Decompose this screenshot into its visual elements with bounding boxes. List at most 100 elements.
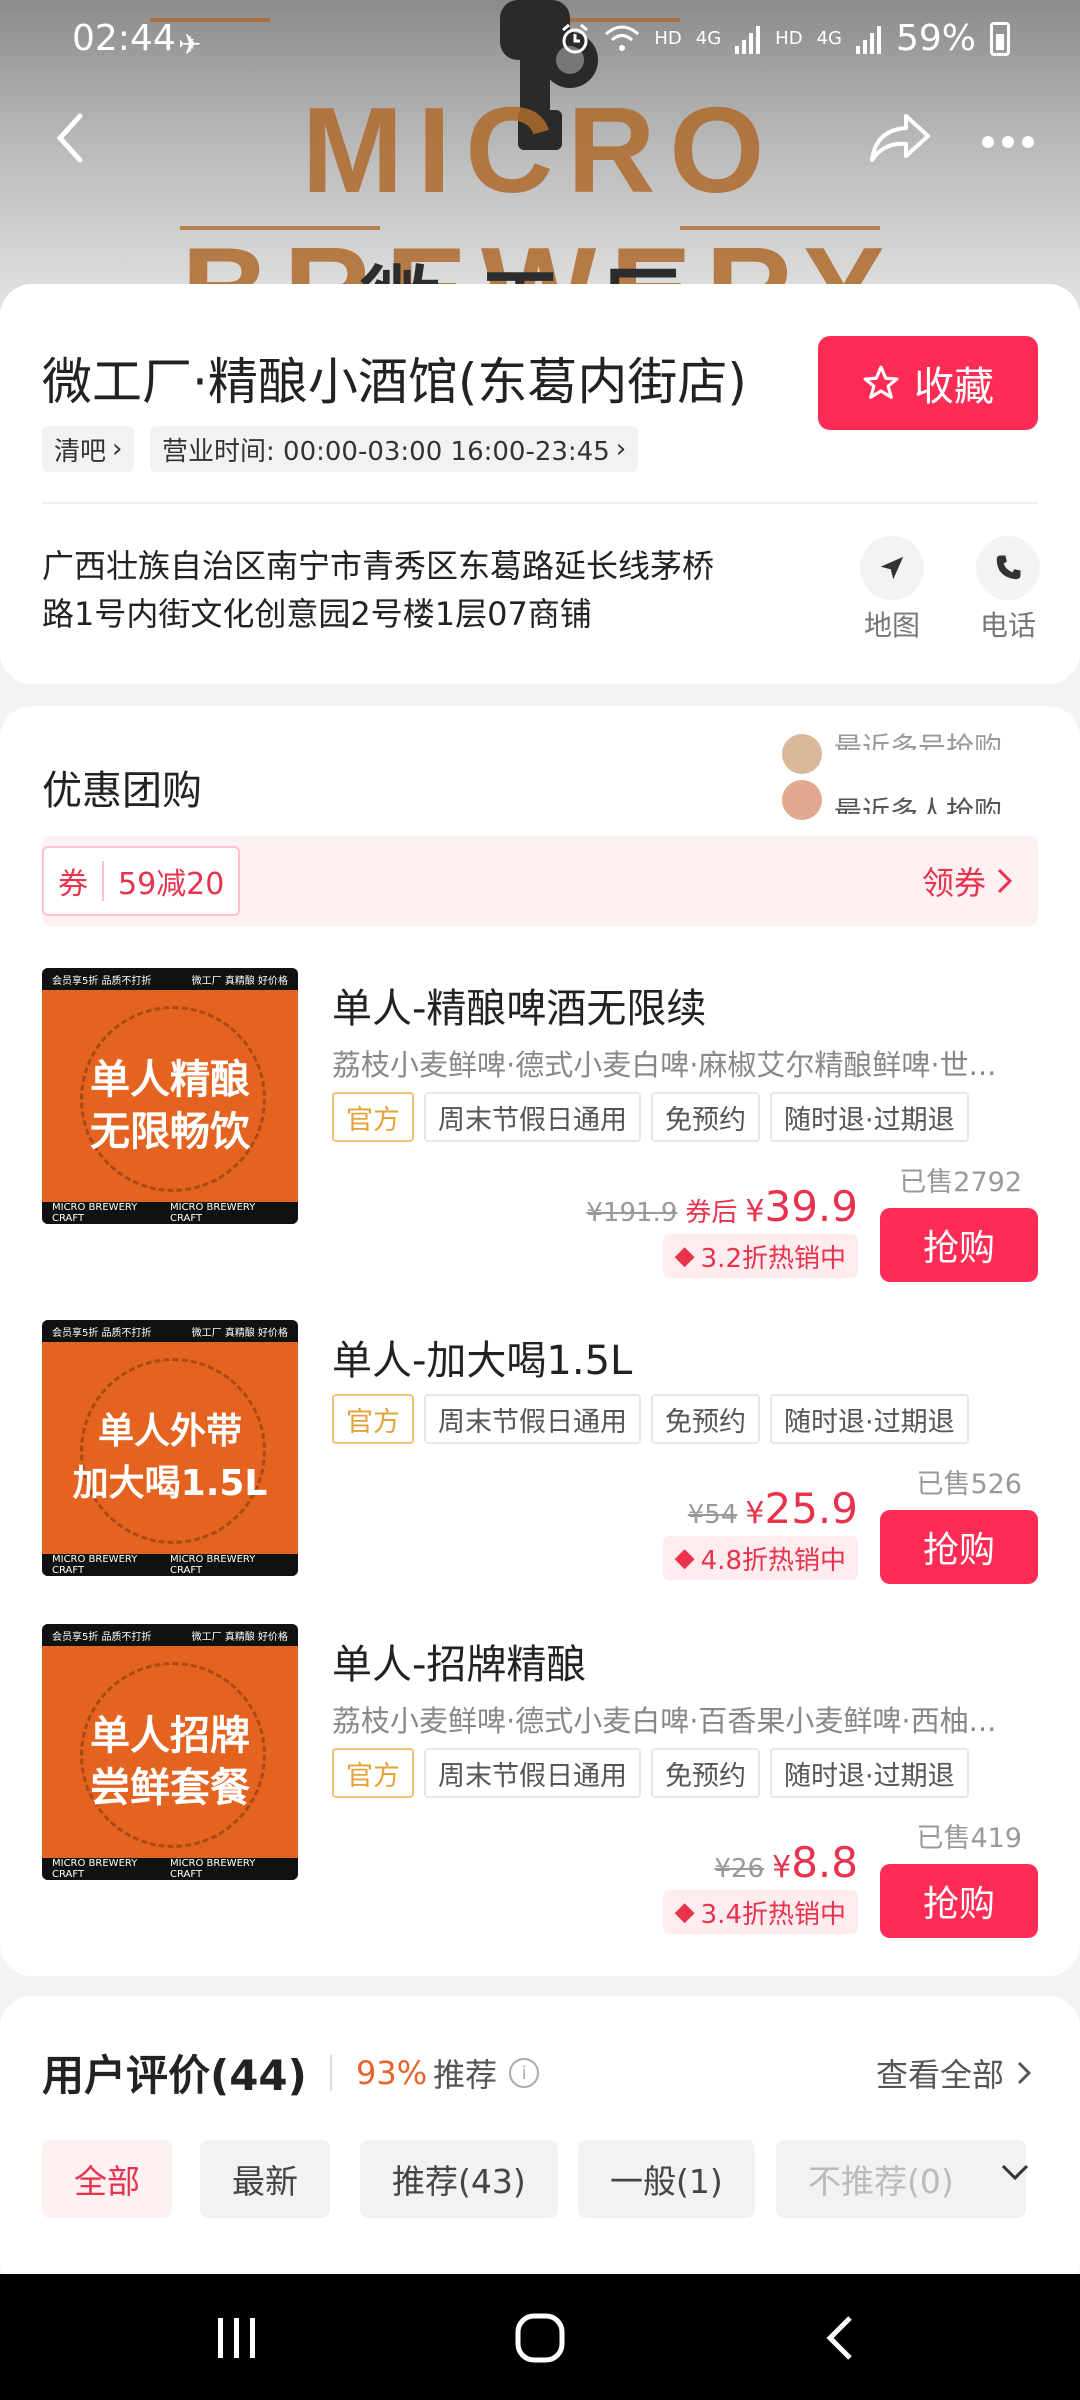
chevron-down-icon[interactable] (1000, 2162, 1030, 2182)
thumb-headline: 单人招牌 尝鲜套餐 (42, 1710, 298, 1814)
get-coupon-button[interactable]: 领券 (922, 858, 1014, 904)
deal-tag: 周末节假日通用 (424, 1748, 641, 1798)
deal-item[interactable]: 会员享5折 品质不打折 微工厂 真精酿 好价格 单人外带 加大喝1.5L MIC… (42, 1320, 1038, 1584)
original-price: ¥54 (687, 1500, 738, 1530)
favorite-button[interactable]: 收藏 (818, 336, 1038, 430)
home-icon[interactable] (514, 2312, 566, 2364)
thumb-bottom-band: MICRO BREWERY CRAFT MICRO BREWERY CRAFT (42, 1202, 298, 1224)
deal-name: 单人-加大喝1.5L (332, 1338, 633, 1384)
after-coupon-label: 券后 (685, 1198, 738, 1228)
deal-name: 单人-精酿啤酒无限续 (332, 986, 707, 1032)
buy-button[interactable]: 抢购 (880, 1208, 1038, 1282)
filter-all[interactable]: 全部 (42, 2140, 172, 2218)
deal-tag: 免预约 (651, 1092, 760, 1142)
deal-price: ¥25.9 (745, 1484, 858, 1533)
thumb-line: 加大喝1.5L (72, 1463, 268, 1504)
app-notification-icon: ✈ (178, 28, 202, 61)
tag-icon: ◆ (674, 1897, 695, 1927)
phone-label[interactable]: 电话 (958, 604, 1058, 644)
filter-neutral[interactable]: 一般(1) (578, 2140, 755, 2218)
network-label: 4G (695, 28, 722, 49)
system-navigation-bar (0, 2274, 1080, 2400)
network-label: 4G (816, 28, 842, 49)
hero-decor-line (680, 226, 880, 230)
battery-icon (990, 21, 1010, 56)
deal-tag: 免预约 (651, 1394, 760, 1444)
phone-button[interactable] (976, 536, 1040, 600)
share-icon[interactable] (868, 112, 932, 164)
thumb-band-text: MICRO BREWERY CRAFT (170, 1202, 256, 1224)
navigation-arrow-icon (880, 556, 904, 580)
thumb-headline: 单人外带 加大喝1.5L (42, 1406, 298, 1510)
thumb-band-text: MICRO BREWERY CRAFT (170, 1554, 256, 1576)
recommend-percent: 93% (356, 2054, 428, 2092)
back-arrow-icon[interactable] (50, 110, 90, 166)
thumb-band-text: 微工厂 真精酿 好价格 (191, 1327, 288, 1339)
filter-not-recommend[interactable]: 不推荐(0) (776, 2140, 1026, 2218)
hot-sale-label: 4.8折热销中 (700, 1545, 846, 1576)
deal-description: 荔枝小麦鲜啤·德式小麦白啤·百香果小麦鲜啤·西柚... (332, 1704, 997, 1738)
view-all-reviews-link[interactable]: 查看全部 (876, 2050, 1032, 2096)
thumb-band-text: MICRO BREWERY CRAFT (52, 1202, 138, 1224)
deals-section-title: 优惠团购 (42, 768, 202, 814)
thumb-top-band: 会员享5折 品质不打折 微工厂 真精酿 好价格 (42, 1320, 298, 1342)
deal-item[interactable]: 会员享5折 品质不打折 微工厂 真精酿 好价格 单人精酿 无限畅饮 MICRO … (42, 968, 1038, 1282)
currency: ¥ (745, 1496, 765, 1531)
purchase-ticker: 最近多人抢购 (834, 795, 1003, 814)
price-value: 25.9 (764, 1484, 858, 1533)
price-row: ¥54 ¥25.9 (688, 1484, 858, 1533)
coupon-banner[interactable]: 券 59减20 领券 (42, 836, 1038, 926)
thumb-band-text: MICRO BREWERY CRAFT (52, 1554, 138, 1576)
thumb-bottom-band: MICRO BREWERY CRAFT MICRO BREWERY CRAFT (42, 1858, 298, 1880)
hours-label: 营业时间: 00:00-03:00 16:00-23:45 (162, 436, 610, 467)
hot-sale-badge: ◆ 4.8折热销中 (662, 1536, 858, 1580)
map-button[interactable] (860, 536, 924, 600)
hd-label: HD (654, 28, 682, 49)
deal-thumbnail[interactable]: 会员享5折 品质不打折 微工厂 真精酿 好价格 单人外带 加大喝1.5L MIC… (42, 1320, 298, 1576)
thumb-headline: 单人精酿 无限畅饮 (42, 1054, 298, 1158)
star-icon (863, 365, 899, 399)
thumb-band-text: 会员享5折 品质不打折 (52, 975, 152, 987)
currency: ¥ (772, 1850, 792, 1885)
deal-tag: 随时退·过期退 (770, 1092, 969, 1142)
tag-icon: ◆ (674, 1543, 695, 1573)
sold-count: 已售526 (916, 1469, 1022, 1500)
original-price: ¥191.9 (586, 1198, 678, 1228)
deal-tag: 随时退·过期退 (770, 1394, 969, 1444)
store-name: 微工厂·精酿小酒馆(东葛内街店) (42, 353, 747, 411)
coupon-tag-label: 券 (58, 867, 88, 902)
hot-sale-badge: ◆ 3.4折热销中 (662, 1890, 858, 1934)
sold-count: 已售419 (916, 1823, 1022, 1854)
reviews-title: 用户评价(44) (42, 2051, 307, 2100)
coupon-value: 59减20 (118, 867, 225, 902)
thumb-band-text: MICRO BREWERY CRAFT (170, 1858, 256, 1880)
deal-tag: 随时退·过期退 (770, 1748, 969, 1798)
store-address[interactable]: 广西壮族自治区南宁市青秀区东葛路延长线茅桥路1号内街文化创意园2号楼1层07商铺 (42, 542, 742, 638)
category-label: 清吧 (54, 436, 107, 467)
store-info-card: 微工厂·精酿小酒馆(东葛内街店) 收藏 清吧 › 营业时间: 00:00-03:… (0, 284, 1080, 684)
filter-recommend[interactable]: 推荐(43) (360, 2140, 558, 2218)
thumb-top-band: 会员享5折 品质不打折 微工厂 真精酿 好价格 (42, 968, 298, 990)
recent-apps-icon[interactable] (214, 2316, 260, 2360)
deal-item[interactable]: 会员享5折 品质不打折 微工厂 真精酿 好价格 单人招牌 尝鲜套餐 MICRO … (42, 1624, 1038, 1938)
sold-count: 已售2792 (899, 1167, 1022, 1198)
category-chip[interactable]: 清吧 › (42, 426, 135, 472)
hours-chip[interactable]: 营业时间: 00:00-03:00 16:00-23:45 › (150, 426, 639, 472)
thumb-band-text: 会员享5折 品质不打折 (52, 1327, 152, 1339)
deal-thumbnail[interactable]: 会员享5折 品质不打折 微工厂 真精酿 好价格 单人精酿 无限畅饮 MICRO … (42, 968, 298, 1224)
view-all-label: 查看全部 (875, 2056, 1004, 2094)
buy-button[interactable]: 抢购 (880, 1864, 1038, 1938)
favorite-label: 收藏 (914, 364, 994, 410)
reviews-card: 用户评价(44) 93% 推荐 i 查看全部 全部 最新 推荐(43) 一般(1… (0, 1996, 1080, 2296)
thumb-band-text: 微工厂 真精酿 好价格 (191, 1631, 288, 1643)
buy-button[interactable]: 抢购 (880, 1510, 1038, 1584)
chevron-right-icon (1017, 2061, 1032, 2085)
info-icon[interactable]: i (509, 2058, 540, 2088)
filter-latest[interactable]: 最新 (200, 2140, 330, 2218)
back-nav-icon[interactable] (824, 2314, 854, 2362)
more-options-icon[interactable] (980, 134, 1036, 150)
map-label[interactable]: 地图 (842, 604, 942, 644)
hot-sale-label: 3.4折热销中 (700, 1899, 846, 1930)
deal-thumbnail[interactable]: 会员享5折 品质不打折 微工厂 真精酿 好价格 单人招牌 尝鲜套餐 MICRO … (42, 1624, 298, 1880)
tag-icon: ◆ (674, 1241, 695, 1271)
